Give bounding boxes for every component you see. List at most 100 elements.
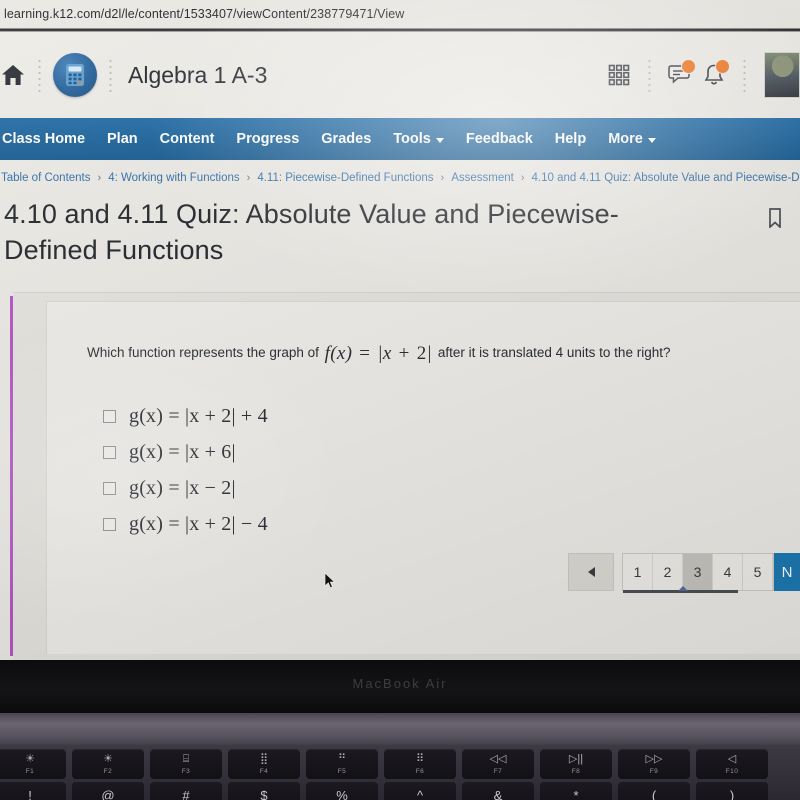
answer-option-label: g(x) = |x − 2| [129,477,236,499]
key-paren-close[interactable]: ) [696,782,768,800]
page-number-group: 1 2 3 4 5 [622,553,774,593]
mission-control-icon: ⌸ [182,752,190,765]
key-at[interactable]: @ [72,782,144,800]
app-header-right [602,52,800,98]
nav-label: Tools [393,131,431,147]
chevron-down-icon [435,137,444,143]
nav-item-help[interactable]: Help [544,118,597,160]
key-asterisk[interactable]: * [540,782,612,800]
grid-apps-icon[interactable] [602,58,636,92]
page-title: 4.10 and 4.11 Quiz: Absolute Value and P… [4,199,619,266]
key-ampersand[interactable]: & [462,782,534,800]
key-f1[interactable]: ☀ F1 [0,749,66,779]
next-button[interactable]: N [774,553,800,591]
app-header-left: Algebra 1 A-3 [0,53,267,97]
question-lead-text: Which function represents the graph of [87,345,319,360]
home-icon[interactable] [0,62,26,88]
nav-label: Help [554,131,587,147]
bell-icon[interactable] [697,58,731,92]
page-button-3[interactable]: 3 [683,554,713,590]
answer-options: g(x) = |x + 2| + 4 g(x) = |x + 6| g(x) =… [103,405,268,536]
answer-option-4[interactable]: g(x) = |x + 2| − 4 [103,513,268,536]
arrow-left-icon [587,567,595,577]
page-button-4[interactable]: 4 [713,554,743,590]
page-button-5[interactable]: 5 [743,554,773,590]
bookmark-icon[interactable] [768,208,782,228]
nav-item-tools[interactable]: Tools [382,118,455,160]
nav-item-class-home[interactable]: Class Home [0,118,96,160]
calculator-icon[interactable] [53,53,97,97]
key-f2[interactable]: ☀ F2 [72,749,144,779]
key-f7[interactable]: ◁◁ F7 [462,749,534,779]
mouse-pointer-icon [324,572,336,590]
nav-label: Progress [236,131,300,147]
breadcrumb-item-toc[interactable]: Table of Contents [0,172,92,184]
key-label: F10 [725,767,739,775]
key-f3[interactable]: ⌸ F3 [150,749,222,779]
course-title: Algebra 1 A-3 [128,61,268,88]
url-text: learning.k12.com/d2l/le/content/1533407/… [4,7,405,21]
key-caret[interactable]: ^ [384,782,456,800]
breadcrumb-separator: › [440,172,445,184]
rewind-icon: ◁◁ [489,752,507,765]
nav-label: Grades [321,131,372,147]
answer-option-2[interactable]: g(x) = |x + 6| [103,441,268,464]
message-badge [681,59,696,74]
laptop-screen: learning.k12.com/d2l/le/content/1533407/… [0,0,800,660]
key-label: F2 [103,767,113,775]
nav-item-progress[interactable]: Progress [225,118,310,160]
nav-label: Plan [107,131,138,147]
key-label: F4 [259,767,269,775]
key-percent[interactable]: % [306,782,378,800]
breadcrumb-item-lesson[interactable]: 4.11: Piecewise-Defined Functions [256,172,434,184]
previous-page-button[interactable] [568,553,614,591]
question-card: Which function represents the graph of f… [46,301,800,654]
key-paren-open[interactable]: ( [618,782,690,800]
avatar[interactable] [764,52,800,98]
page-button-2[interactable]: 2 [653,554,683,590]
nav-item-feedback[interactable]: Feedback [455,118,544,160]
main-navigation: Class Home Plan Content Progress Grades … [0,118,800,160]
nav-label: Content [159,131,215,147]
laptop-bezel: MacBook Air [0,660,800,715]
browser-url-bar[interactable]: learning.k12.com/d2l/le/content/1533407/… [0,0,800,28]
message-icon[interactable] [663,58,697,92]
breadcrumb-item-assessment[interactable]: Assessment [450,172,515,184]
key-label: F5 [337,767,347,775]
key-f6[interactable]: ⠿ F6 [384,749,456,779]
checkbox-icon[interactable] [103,482,116,495]
breadcrumb-separator: › [97,172,102,184]
page-button-1[interactable]: 1 [623,554,653,590]
key-f4[interactable]: ⣿ F4 [228,749,300,779]
breadcrumb-item-unit[interactable]: 4: Working with Functions [107,172,240,184]
key-hash[interactable]: # [150,782,222,800]
answer-option-1[interactable]: g(x) = |x + 2| + 4 [103,405,268,428]
mute-icon: ◁ [727,752,737,765]
answer-option-label: g(x) = |x + 6| [129,441,236,463]
key-f5[interactable]: ⠛ F5 [306,749,378,779]
key-dollar[interactable]: $ [228,782,300,800]
answer-option-3[interactable]: g(x) = |x − 2| [103,477,268,500]
nav-item-plan[interactable]: Plan [96,118,149,160]
checkbox-icon[interactable] [103,410,116,423]
key-f10[interactable]: ◁ F10 [696,749,768,779]
fast-forward-icon: ▷▷ [645,752,663,765]
nav-label: Feedback [465,131,533,147]
checkbox-icon[interactable] [103,446,116,459]
header-divider-dots-3 [648,58,651,92]
app-header: Algebra 1 A-3 [0,32,800,118]
key-f8[interactable]: ▷|| F8 [540,749,612,779]
nav-item-grades[interactable]: Grades [310,118,382,160]
quiz-content-area: Which function represents the graph of f… [13,292,800,660]
chevron-down-icon [647,137,656,143]
breadcrumb-separator: › [246,172,251,184]
checkbox-icon[interactable] [103,518,116,531]
key-exclamation[interactable]: ! [0,782,66,800]
breadcrumb-item-quiz[interactable]: 4.10 and 4.11 Quiz: Absolute Value and P… [531,172,800,184]
nav-item-content[interactable]: Content [149,118,226,160]
question-formula: f(x) = |x + 2| [324,343,433,364]
nav-item-more[interactable]: More [597,118,667,160]
key-f9[interactable]: ▷▷ F9 [618,749,690,779]
breadcrumb-separator: › [520,172,525,184]
question-pagination: 1 2 3 4 5 N [568,553,800,593]
